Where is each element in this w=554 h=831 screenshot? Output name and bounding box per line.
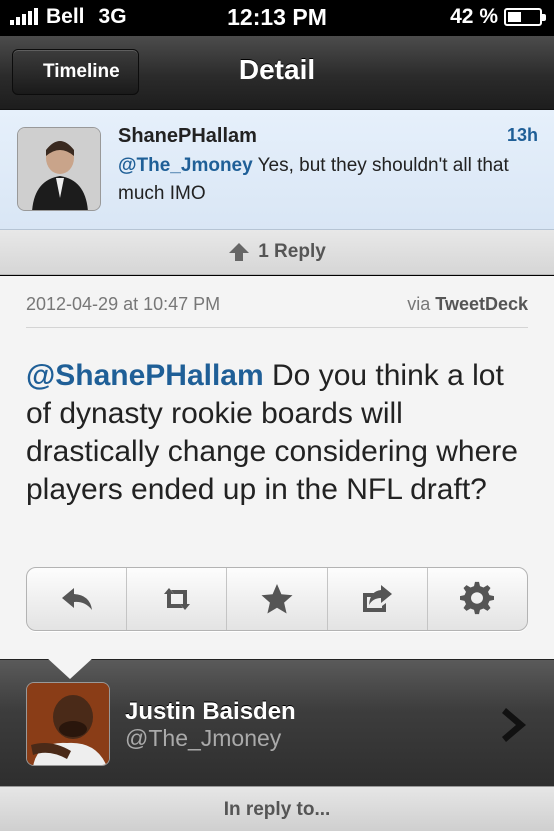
person-portrait-icon xyxy=(18,128,100,210)
avatar[interactable] xyxy=(17,127,101,211)
tweet-mention[interactable]: @ShanePHallam xyxy=(26,359,264,392)
tweet-via: via TweetDeck xyxy=(407,294,528,315)
parent-tweet-text: @The_Jmoney Yes, but they shouldn't all … xyxy=(118,152,542,208)
replies-bar[interactable]: 1 Reply xyxy=(0,230,554,275)
back-button-timeline[interactable]: Timeline xyxy=(0,49,139,95)
replies-count-label: 1 Reply xyxy=(258,241,326,262)
gear-icon xyxy=(460,581,495,615)
tweet-client-link[interactable]: TweetDeck xyxy=(435,294,528,314)
tweet-text: @ShanePHallam Do you think a lot of dyna… xyxy=(26,357,528,509)
parent-tweet[interactable]: ShanePHallam 13h @The_Jmoney Yes, but th… xyxy=(0,110,554,230)
in-reply-to-button[interactable]: In reply to... xyxy=(0,786,554,831)
status-right: 42 % xyxy=(450,5,546,29)
favorite-button[interactable] xyxy=(227,568,328,630)
settings-button[interactable] xyxy=(428,568,527,630)
reply-button[interactable] xyxy=(27,568,128,630)
author-avatar[interactable] xyxy=(26,682,110,766)
share-button[interactable] xyxy=(328,568,428,630)
retweet-button[interactable] xyxy=(127,568,228,630)
person-portrait-icon xyxy=(27,683,109,765)
share-icon xyxy=(363,585,393,612)
tweet-via-prefix: via xyxy=(407,294,436,314)
author-name: Justin Baisden xyxy=(125,698,296,725)
battery-icon xyxy=(504,8,546,26)
tweet-action-bar xyxy=(26,567,528,631)
back-button-label: Timeline xyxy=(43,61,120,82)
star-icon xyxy=(261,584,293,614)
battery-percent: 42 % xyxy=(450,5,498,28)
back-arrow-shape xyxy=(0,49,40,95)
parent-tweet-author[interactable]: ShanePHallam xyxy=(118,125,257,148)
parent-tweet-age: 13h xyxy=(506,125,538,145)
parent-tweet-mention[interactable]: @The_Jmoney xyxy=(118,155,253,176)
tweet-date: 2012-04-29 at 10:47 PM xyxy=(26,294,221,314)
battery-level xyxy=(508,12,521,22)
author-handle: @The_Jmoney xyxy=(125,725,282,751)
reply-icon xyxy=(61,588,92,610)
pointer-notch xyxy=(46,657,94,679)
up-arrow-icon xyxy=(229,243,250,261)
chevron-right-icon[interactable] xyxy=(500,706,530,744)
navigation-bar: Timeline Detail xyxy=(0,36,554,110)
tweet-meta: 2012-04-29 at 10:47 PM via TweetDeck xyxy=(26,292,528,328)
status-bar: Bell 3G 12:13 PM 42 % xyxy=(0,0,554,36)
retweet-icon xyxy=(163,588,190,610)
